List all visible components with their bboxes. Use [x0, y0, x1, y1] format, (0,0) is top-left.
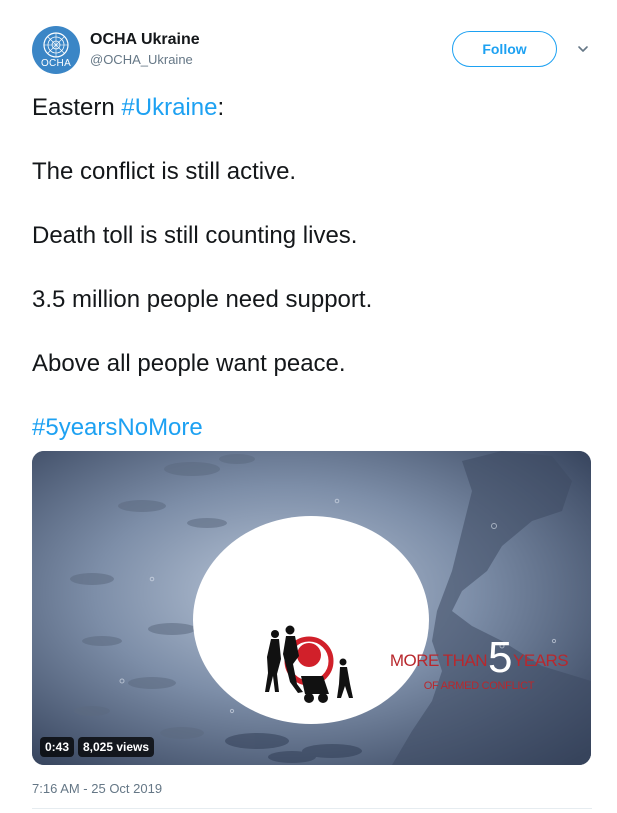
divider — [32, 808, 592, 809]
tweet-line-2: The conflict is still active. — [32, 158, 297, 185]
video-player[interactable]: MORE THAN5YEARS OF ARMED CONFLICT 0:43 8… — [32, 451, 591, 765]
tweet-line-5: Above all people want peace. — [32, 350, 346, 377]
display-name[interactable]: OCHA Ukraine — [90, 30, 200, 50]
logo-circle — [193, 516, 429, 724]
tweet-line-3: Death toll is still counting lives. — [32, 222, 358, 249]
overlay-headline: MORE THAN5YEARS — [374, 636, 584, 682]
tweet-line-6: #5yearsNoMore — [32, 412, 592, 444]
avatar[interactable]: OCHA — [32, 26, 80, 74]
line1-suffix: : — [217, 94, 225, 121]
account-names: OCHA Ukraine @OCHA_Ukraine — [90, 30, 200, 69]
video-duration-badge: 0:43 — [40, 737, 75, 757]
video-views-badge: 8,025 views — [78, 737, 155, 757]
hashtag-5yearsnomore-link[interactable]: #5yearsNoMore — [32, 414, 203, 441]
avatar-label: OCHA — [40, 58, 72, 69]
tweet-header: OCHA OCHA Ukraine @OCHA_Ukraine Follow — [32, 26, 592, 76]
line1-prefix: Eastern — [32, 94, 122, 121]
video-overlay-title: MORE THAN5YEARS OF ARMED CONFLICT — [374, 636, 584, 693]
follow-button[interactable]: Follow — [452, 31, 557, 67]
overlay-number: 5 — [488, 633, 513, 682]
overlay-suffix: YEARS — [513, 651, 569, 670]
un-emblem-icon — [43, 32, 69, 58]
tweet-line-1: Eastern #Ukraine: — [32, 92, 592, 124]
chevron-down-icon[interactable] — [576, 42, 590, 56]
account-handle[interactable]: @OCHA_Ukraine — [90, 51, 200, 69]
tweet-timestamp[interactable]: 7:16 AM - 25 Oct 2019 — [32, 781, 162, 796]
hashtag-ukraine-link[interactable]: #Ukraine — [121, 94, 217, 121]
family-silhouette-logo — [265, 625, 353, 703]
overlay-prefix: MORE THAN — [389, 651, 488, 670]
tweet-text: Eastern #Ukraine: The conflict is still … — [32, 92, 592, 444]
tweet-line-4: 3.5 million people need support. — [32, 286, 373, 313]
